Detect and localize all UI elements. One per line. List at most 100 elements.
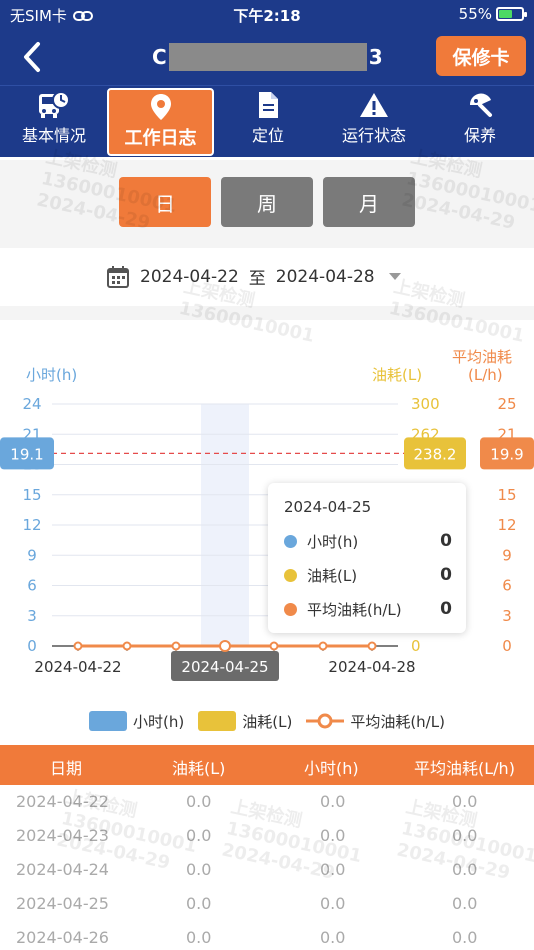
cell-date: 2024-04-24 xyxy=(16,860,109,879)
warning-icon xyxy=(359,88,389,122)
cell-avg: 0.0 xyxy=(452,894,478,913)
tab-running-status[interactable]: 运行状态 xyxy=(326,88,422,156)
cell-hours: 0.0 xyxy=(320,928,346,947)
tooltip-value-hours: 0 xyxy=(440,531,452,551)
y-left-tick-label: 12 xyxy=(22,516,41,534)
tooltip-label-avg: 平均油耗(h/L) xyxy=(307,600,402,619)
table-header-fuel: 油耗(L) xyxy=(172,759,226,778)
tooltip-row-fuel: 油耗(L) 0 xyxy=(284,564,452,586)
legend-swatch-fuel xyxy=(198,711,237,731)
series-point-avg xyxy=(219,640,231,652)
tab-basic-info[interactable]: 基本情况 xyxy=(6,88,102,156)
document-icon xyxy=(257,88,279,122)
table-body: 2024-04-22 0.0 0.0 0.0 2024-04-23 0.0 0.… xyxy=(0,785,534,950)
tab-maintenance[interactable]: 保养 xyxy=(432,88,528,156)
date-start: 2024-04-22 xyxy=(140,266,239,287)
series-point-avg xyxy=(269,641,279,651)
y-mid-tick-label: 0 xyxy=(411,637,421,655)
cell-fuel: 0.0 xyxy=(186,928,212,947)
date-range-picker[interactable]: 2024-04-22 至 2024-04-28 xyxy=(0,248,534,306)
legend-line-marker-icon xyxy=(306,713,345,729)
cell-hours: 0.0 xyxy=(320,826,346,845)
date-end: 2024-04-28 xyxy=(275,266,375,287)
legend-hours[interactable]: 小时(h) xyxy=(89,711,184,732)
legend-avg[interactable]: 平均油耗(h/L) xyxy=(306,711,445,732)
tooltip-row-avg: 平均油耗(h/L) 0 xyxy=(284,598,452,620)
series-point-avg xyxy=(367,641,377,651)
section-separator xyxy=(0,306,534,320)
redacted-vehicle-id xyxy=(168,43,367,71)
period-week-button[interactable]: 周 xyxy=(221,177,313,227)
caret-down-icon xyxy=(388,273,401,280)
cell-avg: 0.0 xyxy=(452,860,478,879)
y-right-axis-title: 平均油耗 xyxy=(452,348,512,366)
cell-avg: 0.0 xyxy=(452,928,478,947)
y-right-tick-label: 6 xyxy=(502,577,512,595)
y-left-tick-label: 3 xyxy=(27,607,37,625)
period-day-button[interactable]: 日 xyxy=(119,177,211,227)
y-right-axis-title-unit: (L/h) xyxy=(468,366,503,384)
back-button[interactable] xyxy=(18,40,48,74)
table-header-date: 日期 xyxy=(50,759,83,778)
legend-fuel[interactable]: 油耗(L) xyxy=(198,711,292,732)
tooltip-title: 2024-04-25 xyxy=(284,498,372,516)
legend-label-avg: 平均油耗(h/L) xyxy=(350,712,445,731)
date-separator: 至 xyxy=(248,269,266,289)
tab-work-log-label: 工作日志 xyxy=(124,128,197,149)
y-right-tick-label: 25 xyxy=(497,395,516,413)
tab-bar: 基本情况 工作日志 定位 运行状态 保养 xyxy=(0,85,534,157)
x-tick-label: 2024-04-28 xyxy=(328,658,415,676)
tab-location-label: 定位 xyxy=(251,126,284,145)
tab-basic-info-label: 基本情况 xyxy=(21,126,86,145)
cell-hours: 0.0 xyxy=(320,860,346,879)
series-point-avg xyxy=(122,641,132,651)
series-point-avg xyxy=(318,641,328,651)
vehicle-title-prefix: C xyxy=(152,45,167,69)
tooltip-label-fuel: 油耗(L) xyxy=(307,566,358,585)
y-left-tick-label: 24 xyxy=(22,395,41,413)
cell-date: 2024-04-25 xyxy=(16,894,109,913)
y-right-tick-label: 3 xyxy=(502,607,512,625)
cell-date: 2024-04-23 xyxy=(16,826,109,845)
cell-hours: 0.0 xyxy=(320,894,346,913)
tab-running-status-label: 运行状态 xyxy=(341,126,406,145)
table-row[interactable]: 2024-04-23 0.0 0.0 0.0 xyxy=(0,819,534,853)
tooltip-dot-avg xyxy=(284,602,297,616)
x-tick-label: 2024-04-22 xyxy=(34,658,121,676)
maintenance-icon xyxy=(466,88,494,122)
table-row[interactable]: 2024-04-25 0.0 0.0 0.0 xyxy=(0,887,534,921)
status-time: 下午2:18 xyxy=(233,7,301,25)
cell-date: 2024-04-22 xyxy=(16,792,109,811)
date-range-inner: 2024-04-22 至 2024-04-28 xyxy=(106,264,401,289)
table-header: 日期 油耗(L) 小时(h) 平均油耗(L/h) xyxy=(0,745,534,785)
location-pin-icon xyxy=(150,90,172,124)
repair-card-button[interactable]: 保修卡 xyxy=(436,36,526,76)
bus-clock-icon xyxy=(37,88,71,122)
tab-maintenance-label: 保养 xyxy=(463,126,496,145)
vehicle-title: C 3 xyxy=(152,43,383,71)
tooltip-row-hours: 小时(h) 0 xyxy=(284,530,452,552)
period-selector: 日 周 月 xyxy=(0,160,534,248)
tooltip-value-avg: 0 xyxy=(440,599,452,619)
y-right-tick-label: 15 xyxy=(497,486,516,504)
status-bar: 无SIM卡 下午2:18 55% xyxy=(0,0,534,30)
crosshair-label-left: 19.1 xyxy=(10,445,43,463)
tab-work-log[interactable]: 工作日志 xyxy=(107,88,214,156)
y-mid-tick-label: 300 xyxy=(411,395,440,413)
legend-swatch-hours xyxy=(89,711,128,731)
calendar-icon xyxy=(107,265,129,288)
tooltip-dot-fuel xyxy=(284,568,297,582)
table-row[interactable]: 2024-04-24 0.0 0.0 0.0 xyxy=(0,853,534,887)
tab-location[interactable]: 定位 xyxy=(220,88,316,156)
table-header-avg: 平均油耗(L/h) xyxy=(414,759,515,778)
y-mid-axis-title: 油耗(L) xyxy=(372,366,422,384)
table-row[interactable]: 2024-04-22 0.0 0.0 0.0 xyxy=(0,785,534,819)
y-right-tick-label: 12 xyxy=(497,516,516,534)
table-row[interactable]: 2024-04-26 0.0 0.0 0.0 xyxy=(0,921,534,950)
battery-fill xyxy=(499,10,513,18)
y-left-axis-title: 小时(h) xyxy=(26,366,77,384)
period-month-button[interactable]: 月 xyxy=(323,177,415,227)
x-axis-pointer-label: 2024-04-25 xyxy=(181,658,268,676)
y-right-tick-label: 9 xyxy=(502,546,512,564)
vehicle-title-suffix: 3 xyxy=(368,45,383,69)
